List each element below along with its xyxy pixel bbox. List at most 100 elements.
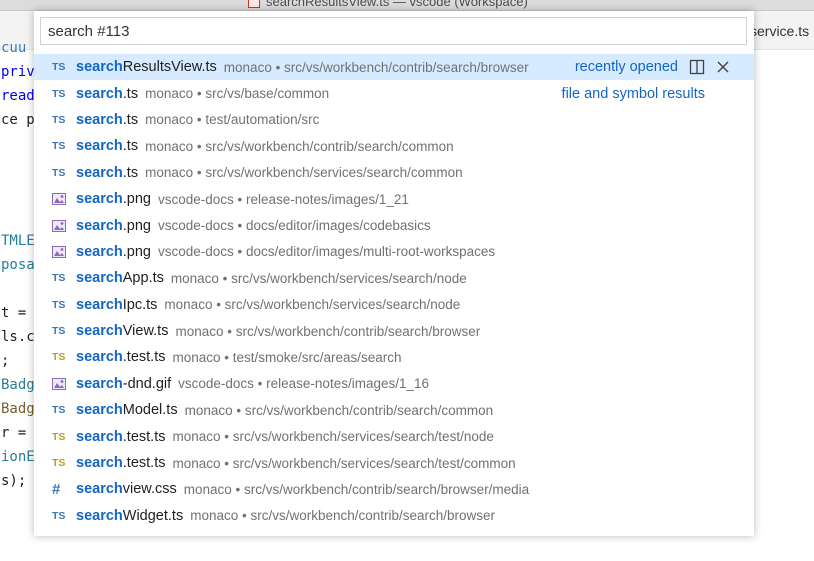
ts-test-file-icon: TS [52, 457, 66, 470]
split-editor-icon[interactable] [688, 58, 706, 76]
code-line-fragment: r = [1, 425, 27, 441]
quick-open-result-row[interactable]: TS search Ipc.ts monaco • src/vs/workbench/… [34, 292, 754, 318]
quick-open-result-row[interactable]: TS search .test.ts monaco • src/vs/workbenc… [34, 450, 754, 476]
window-title-wrap: searchResultsView.ts — vscode (Workspace… [248, 0, 528, 9]
quick-open-result-row[interactable]: TS search .ts monaco • src/vs/workbench/con… [34, 133, 754, 159]
window-title: searchResultsView.ts — vscode (Workspace… [266, 0, 528, 9]
quick-open-result-row[interactable]: TS search Model.ts monaco • src/vs/workbenc… [34, 397, 754, 423]
result-label-rest: View.ts [122, 323, 169, 340]
quick-open-result-row[interactable]: search .png vscode-docs • docs/editor/imag… [34, 239, 754, 265]
file-and-symbol-results-label: file and symbol results [561, 85, 705, 102]
result-label-match: search [76, 375, 123, 392]
result-label-match: search [76, 191, 123, 208]
quick-open-result-row[interactable]: TS search .test.ts monaco • src/vs/workbenc… [34, 423, 754, 449]
quick-open-result-row[interactable]: TS search Widget.ts monaco • src/vs/workben… [34, 503, 754, 529]
quick-open-results-list: TS search ResultsView.ts monaco • src/vs/wo… [34, 54, 754, 529]
typescript-file-icon: TS [52, 325, 66, 338]
result-label-rest: -dnd.gif [122, 375, 172, 392]
result-label-rest: .png [122, 217, 151, 234]
typescript-file-icon: TS [52, 87, 66, 100]
typescript-file-icon: TS [52, 140, 66, 153]
result-label-match: search [76, 428, 123, 445]
code-line-fragment: read [1, 88, 35, 104]
typescript-file-icon: TS [52, 509, 66, 522]
result-label-match: search [76, 217, 123, 234]
result-description: monaco • src/vs/workbench/contrib/search… [183, 481, 530, 497]
result-label-match: search [76, 111, 123, 128]
code-line-fragment: posa [1, 257, 35, 273]
result-description: vscode-docs • release-notes/images/1_21 [158, 191, 409, 207]
result-description: monaco • src/vs/workbench/contrib/search… [175, 323, 481, 339]
typescript-file-icon: TS [52, 298, 66, 311]
result-description: vscode-docs • docs/editor/images/codebas… [158, 218, 431, 234]
typescript-file-icon: TS [52, 166, 66, 179]
code-line-fragment: cuu [1, 40, 27, 56]
typescript-file-icon: TS [52, 61, 66, 74]
code-line-fragment: t = [1, 305, 27, 321]
quick-open-result-row[interactable]: # search view.css monaco • src/vs/workbench… [34, 476, 754, 502]
ts-test-file-icon: TS [52, 351, 66, 364]
result-label-rest: App.ts [122, 270, 164, 287]
result-label-match: search [76, 507, 123, 524]
result-label-match: search [76, 59, 123, 76]
result-label-rest: .png [122, 243, 151, 260]
quick-open-result-row[interactable]: search .png vscode-docs • release-notes/im… [34, 186, 754, 212]
result-label-match: search [76, 243, 123, 260]
result-description: monaco • src/vs/workbench/services/searc… [145, 165, 463, 181]
result-label-rest: Widget.ts [122, 507, 184, 524]
result-label-rest: .ts [122, 164, 139, 181]
quick-open-widget: TSsearchResultsView.tsmonaco • src/vs/wo… [34, 11, 754, 536]
code-line-fragment: Badg [1, 377, 35, 393]
result-label-rest: .png [122, 191, 151, 208]
result-description: monaco • src/vs/base/common [145, 86, 330, 102]
quick-open-result-row[interactable]: TS search .ts monaco • test/automation/src [34, 107, 754, 133]
quick-open-result-row[interactable]: TS search View.ts monaco • src/vs/workbench… [34, 318, 754, 344]
result-label-match: search [76, 296, 123, 313]
result-label-match: search [76, 349, 123, 366]
code-line-fragment: ls.c [1, 329, 35, 345]
result-description: monaco • src/vs/workbench/services/searc… [172, 429, 494, 445]
result-label-rest: .ts [122, 85, 139, 102]
quick-open-result-row[interactable]: TS search .test.ts monaco • test/smoke/src/… [34, 344, 754, 370]
quick-open-input[interactable] [40, 17, 747, 45]
result-label-rest: .test.ts [122, 349, 166, 366]
result-description: monaco • src/vs/workbench/services/searc… [172, 455, 516, 471]
image-file-icon [52, 193, 74, 206]
close-icon[interactable] [714, 58, 732, 76]
result-label-match: search [76, 481, 123, 498]
quick-open-result-row[interactable]: TS search App.ts monaco • src/vs/workbench/… [34, 265, 754, 291]
quick-open-result-row[interactable]: TS search ResultsView.ts monaco • src/vs/wo… [34, 54, 754, 81]
typescript-file-icon: TS [52, 272, 66, 285]
result-description: vscode-docs • release-notes/images/1_16 [178, 376, 430, 392]
typescript-file-icon: TS [52, 404, 66, 417]
result-label-match: search [76, 138, 123, 155]
result-label-match: search [76, 402, 123, 419]
result-label-rest: .ts [122, 111, 139, 128]
image-file-icon [52, 377, 74, 390]
quick-open-result-row[interactable]: search -dnd.gif vscode-docs • release-note… [34, 371, 754, 397]
result-description: monaco • test/automation/src [145, 112, 320, 128]
result-label-match: search [76, 164, 123, 181]
code-line-fragment: s); [1, 473, 27, 489]
result-label-match: search [76, 85, 123, 102]
code-line-fragment: Badg [1, 401, 35, 417]
quick-open-result-row[interactable]: TS search .ts monaco • src/vs/workbench/ser… [34, 160, 754, 186]
result-label-match: search [76, 323, 123, 340]
quick-open-result-row[interactable]: TS search .ts monaco • src/vs/base/common fi… [34, 80, 754, 106]
image-file-icon [52, 245, 74, 258]
typescript-file-icon: TS [52, 113, 66, 126]
result-description: monaco • src/vs/workbench/services/searc… [170, 270, 467, 286]
result-label-rest: Model.ts [122, 402, 178, 419]
quick-open-result-row[interactable]: search .png vscode-docs • docs/editor/imag… [34, 212, 754, 238]
result-description: monaco • src/vs/workbench/services/searc… [164, 297, 461, 313]
code-line-fragment: priv [1, 64, 35, 80]
result-description: monaco • src/vs/workbench/contrib/search… [190, 508, 496, 524]
result-label-rest: Ipc.ts [122, 296, 158, 313]
recently-opened-label: recently opened [574, 59, 678, 76]
file-icon [248, 0, 260, 8]
result-label-rest: ResultsView.ts [122, 59, 217, 76]
editor-tab-label[interactable]: service.ts [750, 23, 809, 39]
result-label-rest: .ts [122, 138, 139, 155]
result-label-rest: view.css [122, 481, 177, 498]
result-label-rest: .test.ts [122, 428, 166, 445]
